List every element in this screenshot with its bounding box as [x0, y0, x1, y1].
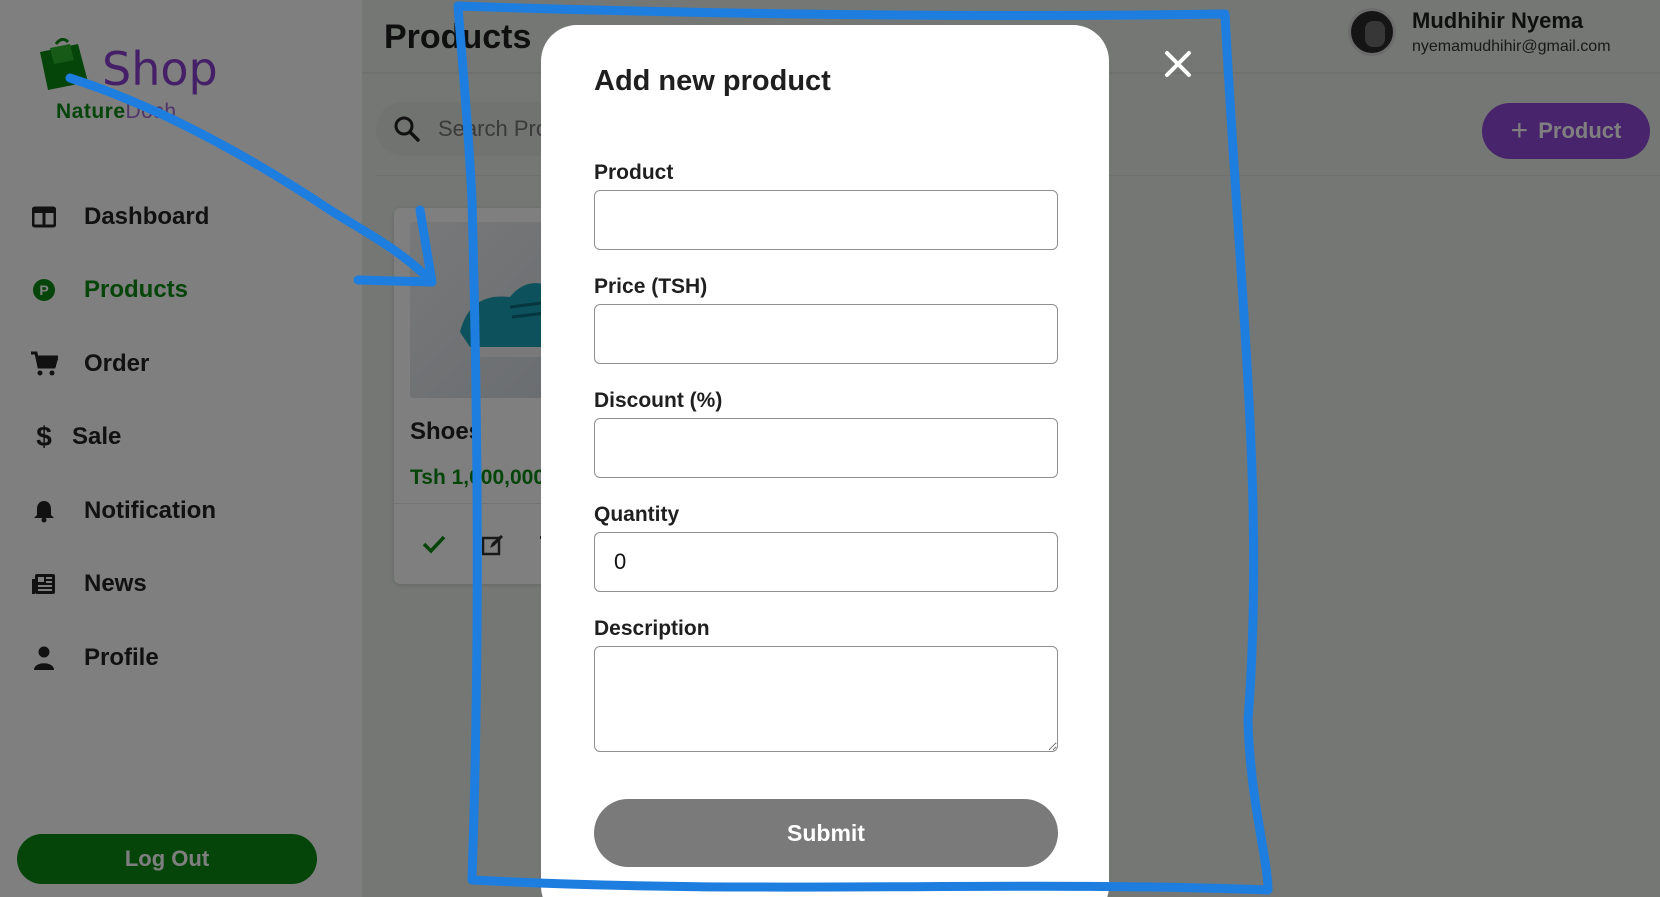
- close-modal-button[interactable]: [1158, 44, 1198, 84]
- price-input[interactable]: [594, 304, 1058, 364]
- price-label: Price (TSH): [594, 275, 708, 298]
- close-icon: [1165, 51, 1191, 77]
- add-product-modal: Add new product Product Price (TSH) Disc…: [541, 25, 1109, 897]
- modal-title: Add new product: [594, 65, 831, 97]
- quantity-input[interactable]: [594, 532, 1058, 592]
- description-label: Description: [594, 617, 710, 640]
- discount-input[interactable]: [594, 418, 1058, 478]
- description-textarea[interactable]: [594, 646, 1058, 752]
- product-label: Product: [594, 161, 674, 184]
- discount-label: Discount (%): [594, 389, 723, 412]
- quantity-label: Quantity: [594, 503, 680, 526]
- product-input[interactable]: [594, 190, 1058, 250]
- submit-button[interactable]: Submit: [594, 799, 1058, 867]
